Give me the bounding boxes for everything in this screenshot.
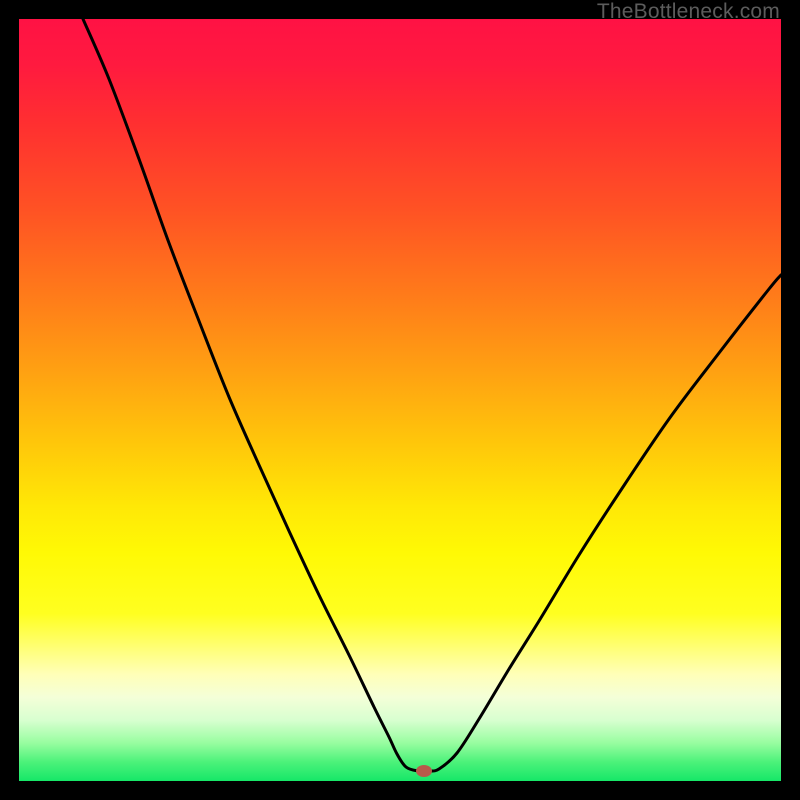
plot-area — [19, 19, 781, 781]
optimal-point-marker — [416, 765, 432, 777]
bottleneck-curve — [83, 19, 781, 771]
chart-svg — [19, 19, 781, 781]
chart-container: TheBottleneck.com — [0, 0, 800, 800]
